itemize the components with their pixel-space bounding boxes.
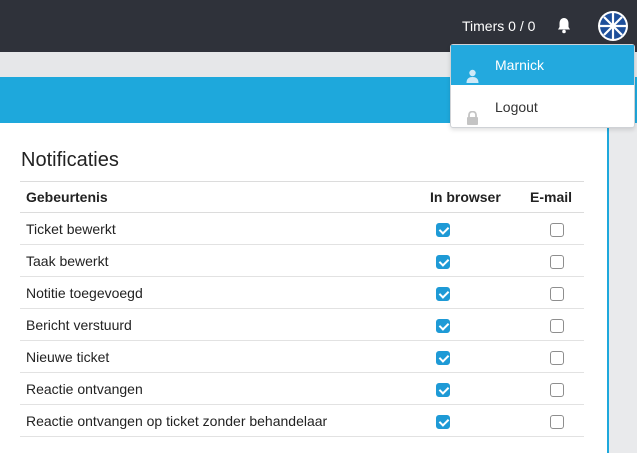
user-name-label: Marnick: [495, 57, 545, 73]
email-checkbox[interactable]: [550, 286, 564, 301]
table-row: Ticket bewerkt: [20, 212, 584, 245]
timers-indicator[interactable]: Timers 0 / 0: [462, 17, 535, 35]
email-cell: [524, 212, 584, 245]
lock-icon: [466, 100, 479, 125]
event-name: Ticket bewerkt: [20, 212, 424, 245]
table-row: Bericht verstuurd: [20, 308, 584, 341]
email-cell: [524, 404, 584, 437]
email-cell: [524, 308, 584, 341]
table-row: Notitie toegevoegd: [20, 276, 584, 309]
email-checkbox[interactable]: [550, 318, 564, 333]
notifications-panel: Notificaties Gebeurtenis In browser E-ma…: [0, 123, 609, 453]
email-cell: [524, 372, 584, 405]
browser-cell: [424, 244, 524, 277]
browser-checkbox[interactable]: [436, 350, 450, 365]
table-row: Taak bewerkt: [20, 244, 584, 277]
email-checkbox[interactable]: [550, 222, 564, 237]
browser-cell: [424, 212, 524, 245]
table-row: Nieuwe ticket: [20, 340, 584, 373]
browser-cell: [424, 404, 524, 437]
column-header-browser: In browser: [424, 181, 524, 213]
user-menu-dropdown: Marnick Logout: [450, 44, 635, 128]
column-header-event: Gebeurtenis: [20, 181, 424, 213]
user-menu-item-profile[interactable]: Marnick: [451, 45, 634, 85]
email-cell: [524, 244, 584, 277]
browser-checkbox[interactable]: [436, 414, 450, 429]
browser-cell: [424, 276, 524, 309]
browser-checkbox[interactable]: [436, 318, 450, 333]
event-name: Reactie ontvangen: [20, 372, 424, 405]
email-cell: [524, 276, 584, 309]
email-cell: [524, 340, 584, 373]
table-header-row: Gebeurtenis In browser E-mail: [20, 181, 584, 213]
user-menu-item-logout[interactable]: Logout: [451, 87, 634, 127]
event-name: Reactie ontvangen op ticket zonder behan…: [20, 404, 424, 437]
table-row: Reactie ontvangen: [20, 372, 584, 405]
logout-label: Logout: [495, 99, 538, 115]
browser-checkbox[interactable]: [436, 382, 450, 397]
bell-icon[interactable]: [556, 17, 572, 35]
notifications-table: Gebeurtenis In browser E-mail Ticket bew…: [20, 181, 584, 437]
table-row: Reactie ontvangen op ticket zonder behan…: [20, 404, 584, 437]
browser-cell: [424, 308, 524, 341]
browser-checkbox[interactable]: [436, 286, 450, 301]
event-name: Notitie toegevoegd: [20, 276, 424, 309]
browser-cell: [424, 340, 524, 373]
browser-checkbox[interactable]: [436, 254, 450, 269]
email-checkbox[interactable]: [550, 382, 564, 397]
column-header-email: E-mail: [524, 181, 584, 213]
event-name: Taak bewerkt: [20, 244, 424, 277]
event-name: Nieuwe ticket: [20, 340, 424, 373]
browser-checkbox[interactable]: [436, 222, 450, 237]
email-checkbox[interactable]: [550, 254, 564, 269]
browser-cell: [424, 372, 524, 405]
email-checkbox[interactable]: [550, 414, 564, 429]
event-name: Bericht verstuurd: [20, 308, 424, 341]
page-title: Notificaties: [21, 149, 119, 171]
email-checkbox[interactable]: [550, 350, 564, 365]
user-icon: [466, 58, 479, 83]
avatar-icon[interactable]: [597, 10, 629, 42]
